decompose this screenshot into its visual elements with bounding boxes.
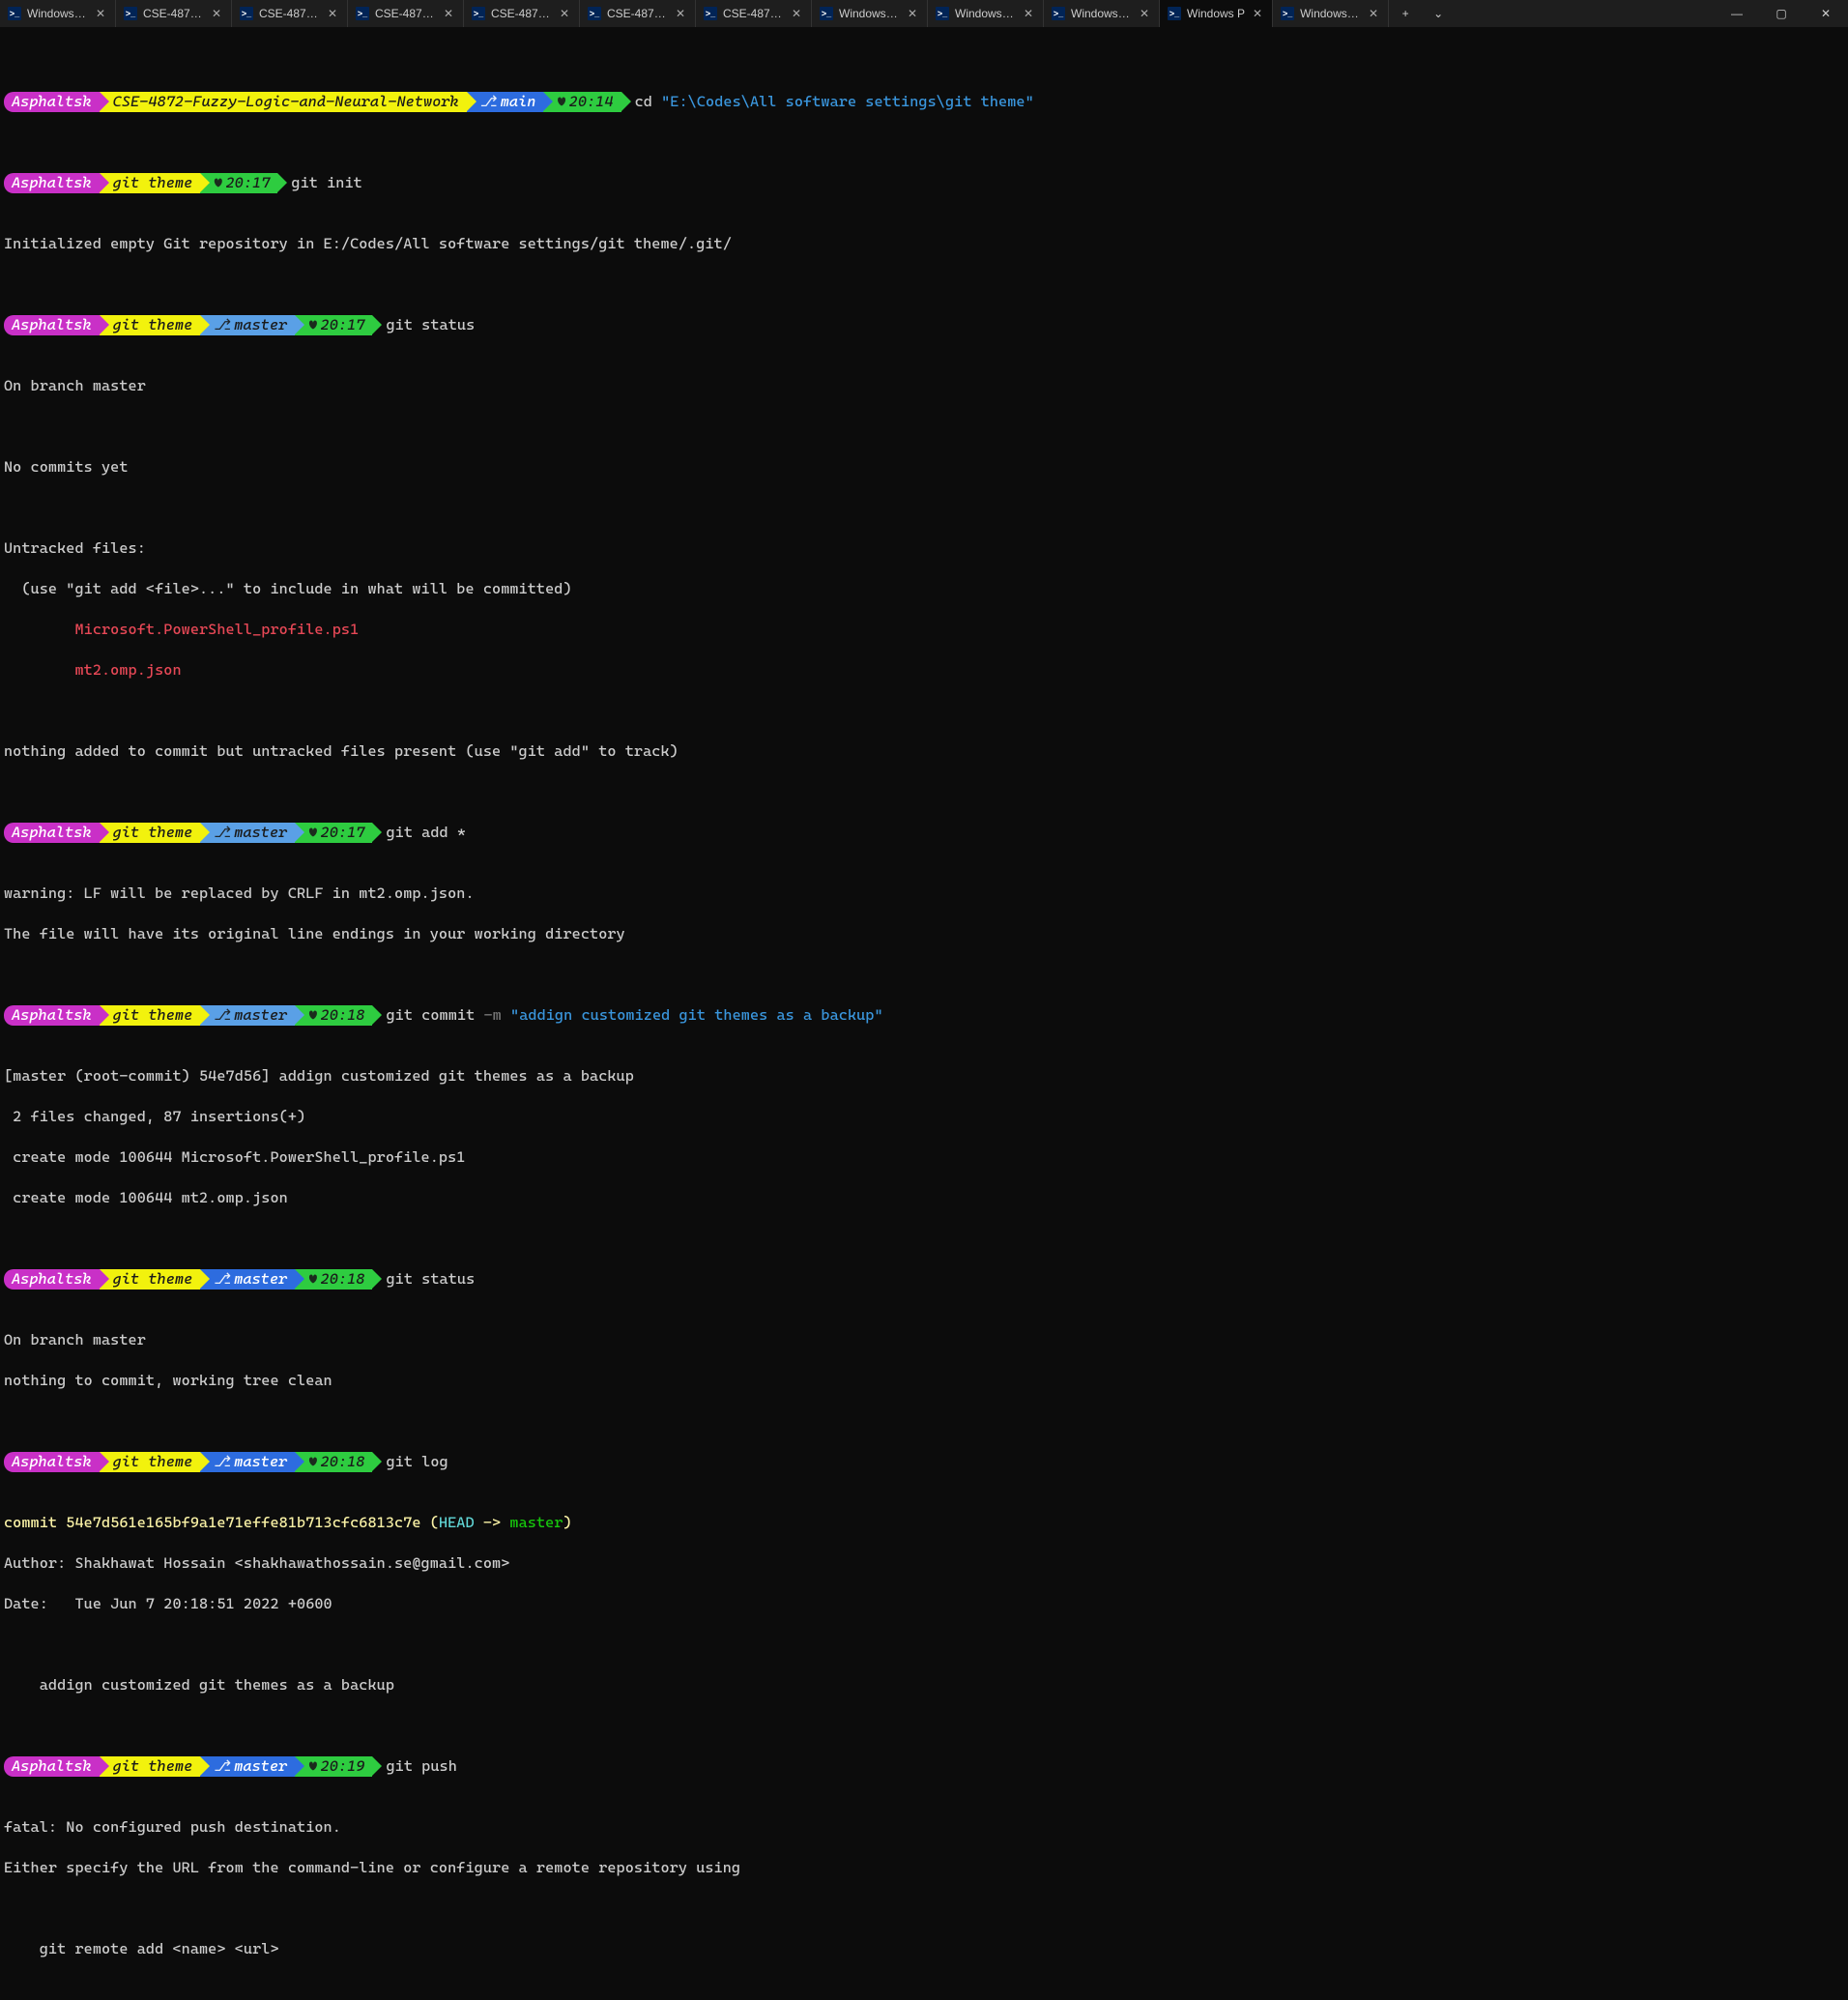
heart-icon: ♥ [557, 93, 565, 110]
tab-close-button[interactable]: ✕ [210, 7, 223, 20]
tab-close-button[interactable]: ✕ [326, 7, 339, 20]
powershell-icon: >_ [704, 7, 717, 20]
powershell-icon: >_ [588, 7, 601, 20]
untracked-file: Microsoft.PowerShell_profile.ps1 [4, 620, 1844, 640]
window-close-button[interactable]: ✕ [1804, 0, 1848, 27]
command-text: git status [386, 316, 475, 333]
powershell-icon: >_ [8, 7, 21, 20]
terminal-output: nothing to commit, working tree clean [4, 1371, 1844, 1391]
tab-close-button[interactable]: ✕ [674, 7, 687, 20]
terminal-viewport[interactable]: AsphaltskCSE-4872-Fuzzy-Logic-and-Neural… [0, 27, 1848, 2000]
terminal-output: 2 files changed, 87 insertions(+) [4, 1107, 1844, 1127]
powershell-icon: >_ [124, 7, 137, 20]
terminal-output: The file will have its original line end… [4, 924, 1844, 944]
tab-close-button[interactable]: ✕ [558, 7, 571, 20]
tab-title: CSE-4872-F [607, 7, 668, 20]
tab-close-button[interactable]: ✕ [442, 7, 455, 20]
terminal-output: warning: LF will be replaced by CRLF in … [4, 884, 1844, 904]
git-log-commit-line: commit 54e7d561e165bf9a1e71effe81b713cfc… [4, 1513, 1844, 1533]
command-arg: "addign customized git themes as a backu… [502, 1006, 883, 1024]
tab-close-button[interactable]: ✕ [94, 7, 107, 20]
titlebar-drag-area [1455, 0, 1715, 27]
terminal-output: (use "git add <file>..." to include in w… [4, 579, 1844, 599]
tab-title: Windows Po [1071, 7, 1132, 20]
prompt-branch-segment: ⎇main [467, 92, 544, 112]
command-arg: "E:\Codes\All software settings\git them… [661, 93, 1034, 110]
tab-dropdown-button[interactable]: ⌄ [1422, 0, 1455, 27]
terminal-output: On branch master [4, 376, 1844, 396]
tab-title: Windows Po [27, 7, 88, 20]
branch-icon: ⎇ [480, 93, 498, 110]
powershell-icon: >_ [472, 7, 485, 20]
tab[interactable]: >_ Windows Po ✕ [928, 0, 1044, 27]
new-tab-button[interactable]: + [1389, 0, 1422, 27]
tab[interactable]: >_ CSE-4872-F ✕ [116, 0, 232, 27]
powershell-icon: >_ [936, 7, 949, 20]
window-maximize-button[interactable]: ▢ [1759, 0, 1804, 27]
tab-title: CSE-4872-F [143, 7, 204, 20]
tab-bar: >_Windows Po✕>_CSE-4872-F✕>_CSE-4872-F✕>… [0, 0, 1848, 27]
command-text: git status [386, 1270, 475, 1288]
window-minimize-button[interactable]: — [1715, 0, 1759, 27]
terminal-output: fatal: No configured push destination. [4, 1817, 1844, 1838]
tab-title: CSE-4872-F [259, 7, 320, 20]
tab-title: Windows P [1187, 7, 1245, 20]
prompt-line: AsphaltskCSE-4872-Fuzzy-Logic-and-Neural… [4, 93, 621, 110]
tab[interactable]: >_ CSE-4872-F ✕ [232, 0, 348, 27]
tab[interactable]: >_ CSE-4872-F ✕ [348, 0, 464, 27]
tab-title: CSE-4872-F [375, 7, 436, 20]
tab-title: CSE-4872-F [723, 7, 784, 20]
terminal-output: git remote add <name> <url> [4, 1939, 1844, 1959]
terminal-output: addign customized git themes as a backup [4, 1675, 1844, 1696]
prompt-branch-segment: ⎇master [200, 315, 295, 335]
tab[interactable]: >_ Windows Po ✕ [1044, 0, 1160, 27]
prompt-line: Asphaltskgit theme♥20:17 [4, 174, 277, 191]
tab[interactable]: >_ Windows Po ✕ [812, 0, 928, 27]
command-text: git init [291, 174, 361, 191]
terminal-output: Initialized empty Git repository in E:/C… [4, 234, 1844, 254]
terminal-output: create mode 100644 mt2.omp.json [4, 1188, 1844, 1208]
tab[interactable]: >_ CSE-4872-F ✕ [696, 0, 812, 27]
untracked-file: mt2.omp.json [4, 660, 1844, 681]
tab-close-button[interactable]: ✕ [1367, 7, 1380, 20]
tab-close-button[interactable]: ✕ [1251, 7, 1264, 20]
powershell-icon: >_ [240, 7, 253, 20]
command-text: cd [635, 93, 652, 110]
powershell-icon: >_ [820, 7, 833, 20]
tab-title: Windows Po [839, 7, 900, 20]
tab-close-button[interactable]: ✕ [790, 7, 803, 20]
terminal-output: Date: Tue Jun 7 20:18:51 2022 +0600 [4, 1594, 1844, 1614]
tab[interactable]: >_ Windows Po ✕ [0, 0, 116, 27]
powershell-icon: >_ [1281, 7, 1294, 20]
prompt-time-segment: ♥20:17 [200, 173, 277, 193]
command-flag: -m [483, 1006, 501, 1024]
tab[interactable]: >_ Windows Po ✕ [1273, 0, 1389, 27]
tab-close-button[interactable]: ✕ [1022, 7, 1035, 20]
prompt-user-segment: Asphaltsk [4, 92, 100, 112]
powershell-icon: >_ [356, 7, 369, 20]
terminal-output: [master (root-commit) 54e7d56] addign cu… [4, 1066, 1844, 1087]
tab[interactable]: >_ CSE-4872-F ✕ [464, 0, 580, 27]
tab-title: Windows Po [955, 7, 1016, 20]
terminal-output: Untracked files: [4, 538, 1844, 559]
command-text: git push [386, 1757, 456, 1775]
prompt-path-segment: CSE-4872-Fuzzy-Logic-and-Neural-Network [100, 92, 467, 112]
terminal-output: On branch master [4, 1330, 1844, 1350]
powershell-icon: >_ [1168, 7, 1181, 20]
prompt-time-segment: ♥20:14 [543, 92, 621, 112]
terminal-output: Author: Shakhawat Hossain <shakhawathoss… [4, 1553, 1844, 1574]
terminal-output: nothing added to commit but untracked fi… [4, 741, 1844, 762]
tab[interactable]: >_ Windows P ✕ [1160, 0, 1273, 27]
tab-close-button[interactable]: ✕ [1138, 7, 1151, 20]
terminal-output: Either specify the URL from the command-… [4, 1858, 1844, 1878]
tab-title: CSE-4872-F [491, 7, 552, 20]
terminal-output: No commits yet [4, 457, 1844, 478]
tab[interactable]: >_ CSE-4872-F ✕ [580, 0, 696, 27]
tab-title: Windows Po [1300, 7, 1361, 20]
powershell-icon: >_ [1052, 7, 1065, 20]
command-text: git log [386, 1453, 448, 1470]
tab-close-button[interactable]: ✕ [906, 7, 919, 20]
terminal-output: create mode 100644 Microsoft.PowerShell_… [4, 1147, 1844, 1168]
